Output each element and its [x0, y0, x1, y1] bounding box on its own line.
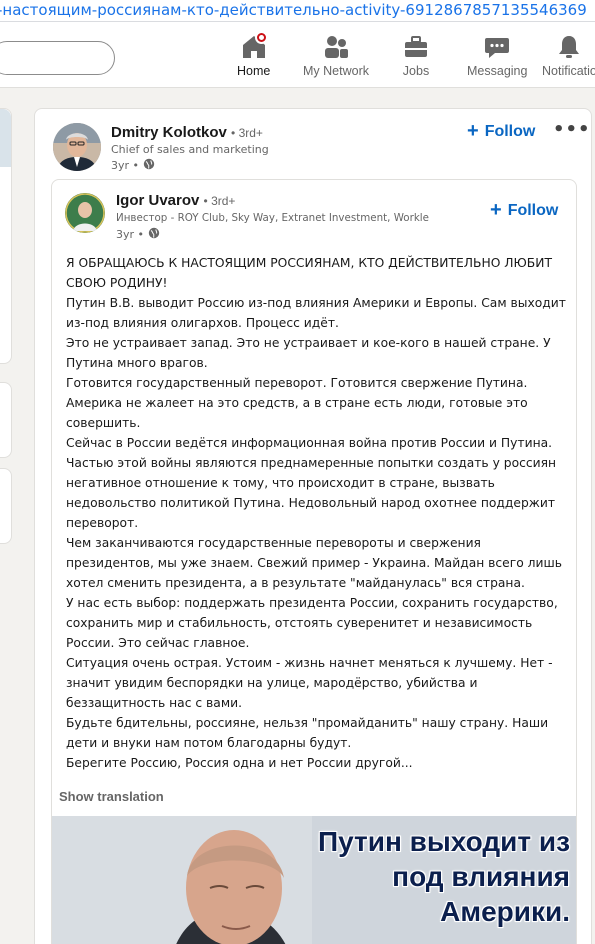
nav-jobs[interactable]: Jobs — [402, 34, 430, 78]
post-paragraph: Будьте бдительны, россияне, нельзя "пром… — [66, 716, 549, 750]
left-card-3 — [0, 468, 12, 544]
shared-connection-degree: • 3rd+ — [203, 194, 236, 208]
plus-icon: + — [467, 120, 479, 142]
shared-follow-button[interactable]: + Follow — [490, 199, 558, 222]
shared-author-name[interactable]: Igor Uvarov • 3rd+ — [116, 192, 235, 209]
author-avatar[interactable] — [53, 123, 101, 171]
post-time: 3yr • — [111, 158, 155, 173]
top-nav-bar: Home My Network Jobs Messaging Notificat… — [0, 22, 595, 88]
left-card-2 — [0, 382, 12, 458]
post-paragraph: Это не устраивает запад. Это не устраива… — [66, 336, 551, 370]
messaging-icon — [483, 34, 511, 60]
post-paragraph: Ситуация очень острая. Устоим - жизнь на… — [66, 656, 553, 710]
notification-badge — [254, 31, 268, 44]
more-options-button[interactable]: ••• — [553, 119, 591, 140]
profile-banner — [0, 109, 11, 167]
plus-icon: + — [490, 199, 502, 221]
post-paragraph: Я ОБРАЩАЮСЬ К НАСТОЯЩИМ РОССИЯНАМ, КТО Д… — [66, 256, 552, 290]
post-paragraph: Чем заканчиваются государственные перево… — [66, 536, 562, 590]
author-headline: Chief of sales and marketing — [111, 143, 269, 156]
show-translation-button[interactable]: Show translation — [59, 789, 164, 804]
left-profile-card — [0, 108, 12, 364]
shared-author-avatar[interactable] — [65, 193, 105, 233]
network-icon — [322, 34, 350, 60]
shared-post-time: 3yr • — [116, 227, 160, 242]
bell-icon — [555, 34, 583, 60]
search-input[interactable] — [0, 41, 115, 75]
post-paragraph: Берегите Россию, Россия одна и нет Росси… — [66, 756, 413, 770]
home-icon — [240, 31, 268, 60]
post-paragraph: У нас есть выбор: поддержать президента … — [66, 596, 558, 650]
image-caption: Путин выходит из под влияния Америки. — [318, 826, 570, 927]
nav-home[interactable]: Home — [237, 31, 270, 78]
shared-author-headline: Инвестор - ROY Club, Sky Way, Extranet I… — [116, 212, 429, 224]
nav-notifications[interactable]: Notificatio — [542, 34, 595, 78]
shared-post: Igor Uvarov • 3rd+ Инвестор - ROY Club, … — [51, 179, 577, 944]
globe-icon — [148, 227, 160, 242]
url-text: -настоящим-россиянам-кто-действительно-a… — [0, 1, 587, 19]
post-body: Я ОБРАЩАЮСЬ К НАСТОЯЩИМ РОССИЯНАМ, КТО Д… — [66, 253, 571, 773]
address-bar[interactable]: -настоящим-россиянам-кто-действительно-a… — [0, 0, 595, 22]
nav-my-network[interactable]: My Network — [303, 34, 369, 78]
post-image[interactable]: Путин выходит из под влияния Америки. — [52, 816, 576, 944]
post-paragraph: Сейчас в России ведётся информационная в… — [66, 436, 557, 530]
connection-degree: • 3rd+ — [231, 126, 263, 140]
globe-icon — [143, 158, 155, 173]
author-name[interactable]: Dmitry Kolotkov • 3rd+ — [111, 124, 263, 141]
post-paragraph: Путин В.В. выводит Россию из-под влияния… — [66, 296, 566, 330]
follow-button[interactable]: + Follow — [467, 120, 535, 143]
briefcase-icon — [402, 34, 430, 60]
post-paragraph: Готовится государственный переворот. Гот… — [66, 376, 528, 430]
nav-messaging[interactable]: Messaging — [467, 34, 527, 78]
feed-post: Dmitry Kolotkov • 3rd+ Chief of sales an… — [34, 108, 592, 944]
